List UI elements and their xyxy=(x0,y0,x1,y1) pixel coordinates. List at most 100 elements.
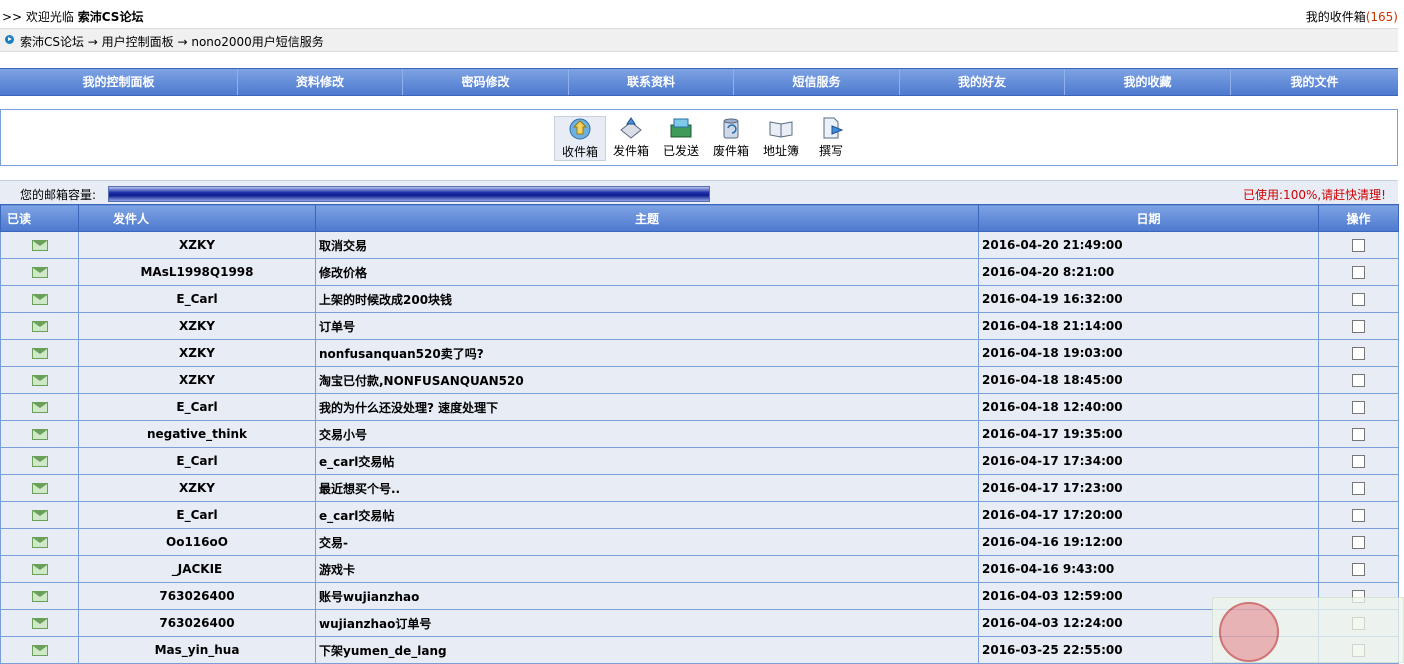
envelope-icon[interactable] xyxy=(31,348,48,359)
subject-cell[interactable]: 我的为什么还没处理? 速度处理下 xyxy=(315,393,979,421)
subject-cell[interactable]: e_carl交易帖 xyxy=(315,501,979,529)
select-checkbox[interactable] xyxy=(1352,509,1365,522)
sender-cell[interactable]: XZKY xyxy=(78,231,316,259)
select-checkbox[interactable] xyxy=(1352,374,1365,387)
date-cell: 2016-04-16 19:12:00 xyxy=(978,528,1319,556)
forum-name-link[interactable]: 索沛CS论坛 xyxy=(78,10,144,24)
sender-cell[interactable]: E_Carl xyxy=(78,447,316,475)
table-row[interactable]: E_Carl 我的为什么还没处理? 速度处理下 2016-04-18 12:40:0… xyxy=(0,393,1399,421)
sender-cell[interactable]: Mas_yin_hua xyxy=(78,636,316,664)
table-row[interactable]: XZKY 最近想买个号.. 2016-04-17 17:23:00 xyxy=(0,474,1399,502)
sender-cell[interactable]: Oo116oO xyxy=(78,528,316,556)
select-checkbox[interactable] xyxy=(1352,266,1365,279)
menu-item-files[interactable]: 我的文件 xyxy=(1231,69,1398,95)
envelope-icon[interactable] xyxy=(31,294,48,305)
mailbox-quota: 您的邮箱容量: 已使用:100%,请赶快清理! xyxy=(0,180,1398,205)
table-row[interactable]: XZKY nonfusanquan520卖了吗? 2016-04-18 19:03:… xyxy=(0,339,1399,367)
inbox-tool-button[interactable]: 收件箱 xyxy=(554,116,606,161)
sender-cell[interactable]: XZKY xyxy=(78,312,316,340)
sender-cell[interactable]: XZKY xyxy=(78,339,316,367)
envelope-icon[interactable] xyxy=(31,456,48,467)
sender-cell[interactable]: negative_think xyxy=(78,420,316,448)
envelope-icon[interactable] xyxy=(31,240,48,251)
table-row[interactable]: E_Carl 上架的时候改成200块钱 2016-04-19 16:32:00 xyxy=(0,285,1399,313)
select-checkbox[interactable] xyxy=(1352,293,1365,306)
table-header-row: 已读 发件人 主题 日期 操作 xyxy=(0,204,1399,232)
subject-cell[interactable]: 最近想买个号.. xyxy=(315,474,979,502)
trash-tool-button[interactable]: 废件箱 xyxy=(706,116,756,161)
select-checkbox[interactable] xyxy=(1352,320,1365,333)
select-checkbox[interactable] xyxy=(1352,536,1365,549)
table-row[interactable]: E_Carl e_carl交易帖 2016-04-17 17:20:00 xyxy=(0,501,1399,529)
menu-item-favorites[interactable]: 我的收藏 xyxy=(1065,69,1231,95)
sender-cell[interactable]: XZKY xyxy=(78,366,316,394)
envelope-icon[interactable] xyxy=(31,564,48,575)
sender-cell[interactable]: E_Carl xyxy=(78,501,316,529)
subject-cell[interactable]: 订单号 xyxy=(315,312,979,340)
sender-cell[interactable]: MAsL1998Q1998 xyxy=(78,258,316,286)
table-row[interactable]: E_Carl e_carl交易帖 2016-04-17 17:34:00 xyxy=(0,447,1399,475)
subject-cell[interactable]: e_carl交易帖 xyxy=(315,447,979,475)
quota-warning: 已使用:100%,请赶快清理! xyxy=(1243,188,1386,202)
table-row[interactable]: negative_think 交易小号 2016-04-17 19:35:00 xyxy=(0,420,1399,448)
menu-item-messages[interactable]: 短信服务 xyxy=(734,69,900,95)
subject-cell[interactable]: 上架的时候改成200块钱 xyxy=(315,285,979,313)
table-row[interactable]: Mas_yin_hua 下架yumen_de_lang 2016-03-25 22:… xyxy=(0,636,1399,664)
envelope-icon[interactable] xyxy=(31,429,48,440)
envelope-icon[interactable] xyxy=(31,645,48,656)
envelope-icon[interactable] xyxy=(31,375,48,386)
select-checkbox[interactable] xyxy=(1352,401,1365,414)
envelope-icon[interactable] xyxy=(31,510,48,521)
table-row[interactable]: Oo116oO 交易- 2016-04-16 19:12:00 xyxy=(0,528,1399,556)
menu-item-friends[interactable]: 我的好友 xyxy=(900,69,1065,95)
envelope-icon[interactable] xyxy=(31,591,48,602)
envelope-icon[interactable] xyxy=(31,618,48,629)
sender-cell[interactable]: E_Carl xyxy=(78,285,316,313)
inbox-link[interactable]: 我的收件箱(165) xyxy=(1306,8,1398,25)
envelope-icon[interactable] xyxy=(31,321,48,332)
sender-cell[interactable]: 763026400 xyxy=(78,582,316,610)
menu-item-contact[interactable]: 联系资料 xyxy=(569,69,734,95)
subject-cell[interactable]: nonfusanquan520卖了吗? xyxy=(315,339,979,367)
sent-tool-button[interactable]: 已发送 xyxy=(656,116,706,161)
select-checkbox[interactable] xyxy=(1352,347,1365,360)
envelope-icon[interactable] xyxy=(31,267,48,278)
table-row[interactable]: XZKY 取消交易 2016-04-20 21:49:00 xyxy=(0,231,1399,259)
compose-icon xyxy=(823,117,844,139)
table-row[interactable]: 763026400 账号wujianzhao 2016-04-03 12:59:00 xyxy=(0,582,1399,610)
subject-cell[interactable]: 取消交易 xyxy=(315,231,979,259)
subject-cell[interactable]: 交易小号 xyxy=(315,420,979,448)
subject-cell[interactable]: 修改价格 xyxy=(315,258,979,286)
menu-item-control-panel[interactable]: 我的控制面板 xyxy=(0,69,238,95)
subject-cell[interactable]: 账号wujianzhao xyxy=(315,582,979,610)
menu-item-password[interactable]: 密码修改 xyxy=(403,69,569,95)
address-book-tool-button[interactable]: 地址簿 xyxy=(756,116,806,161)
subject-cell[interactable]: 交易- xyxy=(315,528,979,556)
breadcrumb-path[interactable]: 索沛CS论坛 → 用户控制面板 → nono2000用户短信服务 xyxy=(20,33,324,50)
table-row[interactable]: MAsL1998Q1998 修改价格 2016-04-20 8:21:00 xyxy=(0,258,1399,286)
subject-cell[interactable]: 游戏卡 xyxy=(315,555,979,583)
select-checkbox[interactable] xyxy=(1352,239,1365,252)
menu-item-profile-edit[interactable]: 资料修改 xyxy=(238,69,403,95)
envelope-icon[interactable] xyxy=(31,402,48,413)
select-checkbox[interactable] xyxy=(1352,455,1365,468)
envelope-icon[interactable] xyxy=(31,483,48,494)
select-checkbox[interactable] xyxy=(1352,428,1365,441)
envelope-icon[interactable] xyxy=(31,537,48,548)
select-checkbox[interactable] xyxy=(1352,563,1365,576)
sender-cell[interactable]: _JACKIE xyxy=(78,555,316,583)
inbox-label[interactable]: 我的收件箱 xyxy=(1306,10,1366,24)
select-checkbox[interactable] xyxy=(1352,482,1365,495)
table-row[interactable]: XZKY 淘宝已付款,NONFUSANQUAN520 2016-04-18 18:4… xyxy=(0,366,1399,394)
table-row[interactable]: 763026400 wujianzhao订单号 2016-04-03 12:24:0… xyxy=(0,609,1399,637)
sender-cell[interactable]: E_Carl xyxy=(78,393,316,421)
subject-cell[interactable]: 淘宝已付款,NONFUSANQUAN520 xyxy=(315,366,979,394)
subject-cell[interactable]: wujianzhao订单号 xyxy=(315,609,979,637)
outbox-tool-button[interactable]: 发件箱 xyxy=(606,116,656,161)
compose-tool-button[interactable]: 撰写 xyxy=(806,116,856,161)
sender-cell[interactable]: XZKY xyxy=(78,474,316,502)
table-row[interactable]: XZKY 订单号 2016-04-18 21:14:00 xyxy=(0,312,1399,340)
table-row[interactable]: _JACKIE 游戏卡 2016-04-16 9:43:00 xyxy=(0,555,1399,583)
subject-cell[interactable]: 下架yumen_de_lang xyxy=(315,636,979,664)
sender-cell[interactable]: 763026400 xyxy=(78,609,316,637)
